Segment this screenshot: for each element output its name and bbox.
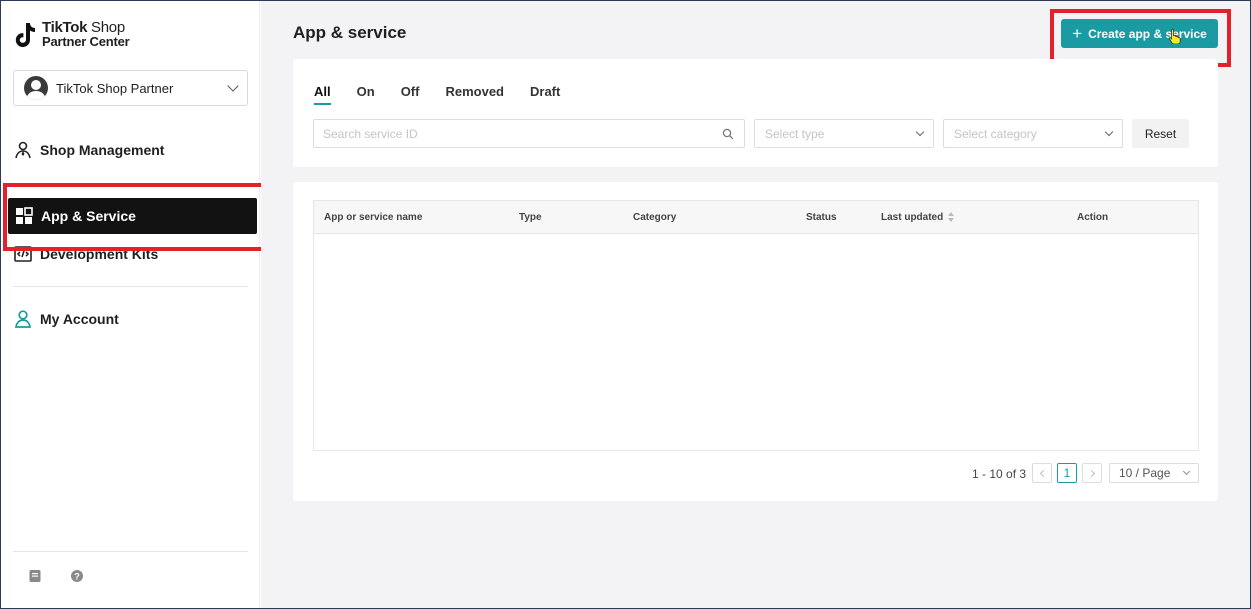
search-icon[interactable] — [722, 127, 734, 140]
column-header-type: Type — [519, 212, 542, 223]
table-header: App or service name Type Category Status… — [314, 201, 1198, 234]
chevron-right-icon — [1087, 469, 1095, 477]
chevron-down-icon — [227, 80, 239, 92]
pagination-next-button[interactable] — [1082, 463, 1102, 483]
tab-all[interactable]: All — [314, 84, 331, 105]
account-switcher[interactable]: TikTok Shop Partner — [13, 70, 248, 106]
filter-panel: All On Off Removed Draft Select type Sel… — [293, 59, 1218, 167]
select-type-dropdown[interactable]: Select type — [754, 119, 934, 148]
logo-text: TikTok Shop Partner Center — [42, 20, 130, 49]
hand-cursor-icon — [1168, 28, 1182, 45]
page-title: App & service — [293, 23, 407, 42]
search-service-id-input[interactable] — [313, 119, 745, 148]
tab-draft[interactable]: Draft — [530, 84, 560, 105]
tab-removed[interactable]: Removed — [445, 84, 504, 105]
avatar — [24, 76, 48, 100]
status-tabs: All On Off Removed Draft — [314, 84, 586, 105]
sidebar-item-shop-management[interactable]: Shop Management — [13, 140, 164, 160]
user-icon — [13, 140, 33, 160]
chevron-down-icon — [1182, 467, 1191, 475]
tiktok-logo-icon — [13, 21, 37, 51]
column-header-action: Action — [1077, 212, 1109, 223]
sidebar-item-label: My Account — [40, 311, 119, 327]
pagination-summary: 1 - 10 of 3 — [972, 467, 1027, 481]
tiktok-shop-logo[interactable]: TikTok Shop Partner Center — [13, 20, 130, 51]
sidebar-item-label: Shop Management — [40, 142, 165, 158]
page-size-value: 10 / Page — [1119, 466, 1171, 480]
logo-line1: TikTok Shop — [42, 20, 130, 35]
tab-off[interactable]: Off — [401, 84, 420, 105]
sort-icon[interactable] — [947, 210, 955, 224]
tab-on[interactable]: On — [357, 84, 375, 105]
select-category-dropdown[interactable]: Select category — [943, 119, 1123, 148]
sidebar-footer-divider — [13, 551, 248, 552]
pagination-prev-button[interactable] — [1032, 463, 1052, 483]
help-icon[interactable]: ? — [70, 569, 84, 583]
pagination-page-1[interactable]: 1 — [1057, 463, 1077, 483]
document-icon[interactable] — [28, 569, 42, 583]
reset-button[interactable]: Reset — [1132, 119, 1189, 148]
select-type-placeholder: Select type — [765, 126, 825, 141]
column-header-last-updated[interactable]: Last updated — [881, 212, 943, 223]
select-category-placeholder: Select category — [954, 126, 1037, 141]
chevron-down-icon — [915, 127, 925, 136]
services-table: App or service name Type Category Status… — [313, 200, 1199, 451]
sidebar: TikTok Shop Partner Center TikTok Shop P… — [1, 1, 260, 608]
logo-subtitle: Partner Center — [42, 34, 130, 49]
column-header-status: Status — [806, 212, 837, 223]
chevron-down-icon — [1104, 127, 1114, 136]
highlight-box — [3, 183, 272, 251]
sidebar-item-my-account[interactable]: My Account — [13, 309, 119, 329]
results-panel: App or service name Type Category Status… — [293, 182, 1218, 501]
account-icon — [13, 309, 33, 329]
column-header-category: Category — [633, 212, 677, 223]
chevron-left-icon — [1039, 469, 1047, 477]
sidebar-divider — [13, 286, 248, 287]
main-content: App & service + Create app & service All… — [261, 1, 1250, 608]
svg-text:?: ? — [74, 571, 80, 581]
account-name: TikTok Shop Partner — [56, 80, 174, 96]
page-size-select[interactable]: 10 / Page — [1109, 463, 1199, 483]
column-header-name: App or service name — [324, 212, 423, 223]
